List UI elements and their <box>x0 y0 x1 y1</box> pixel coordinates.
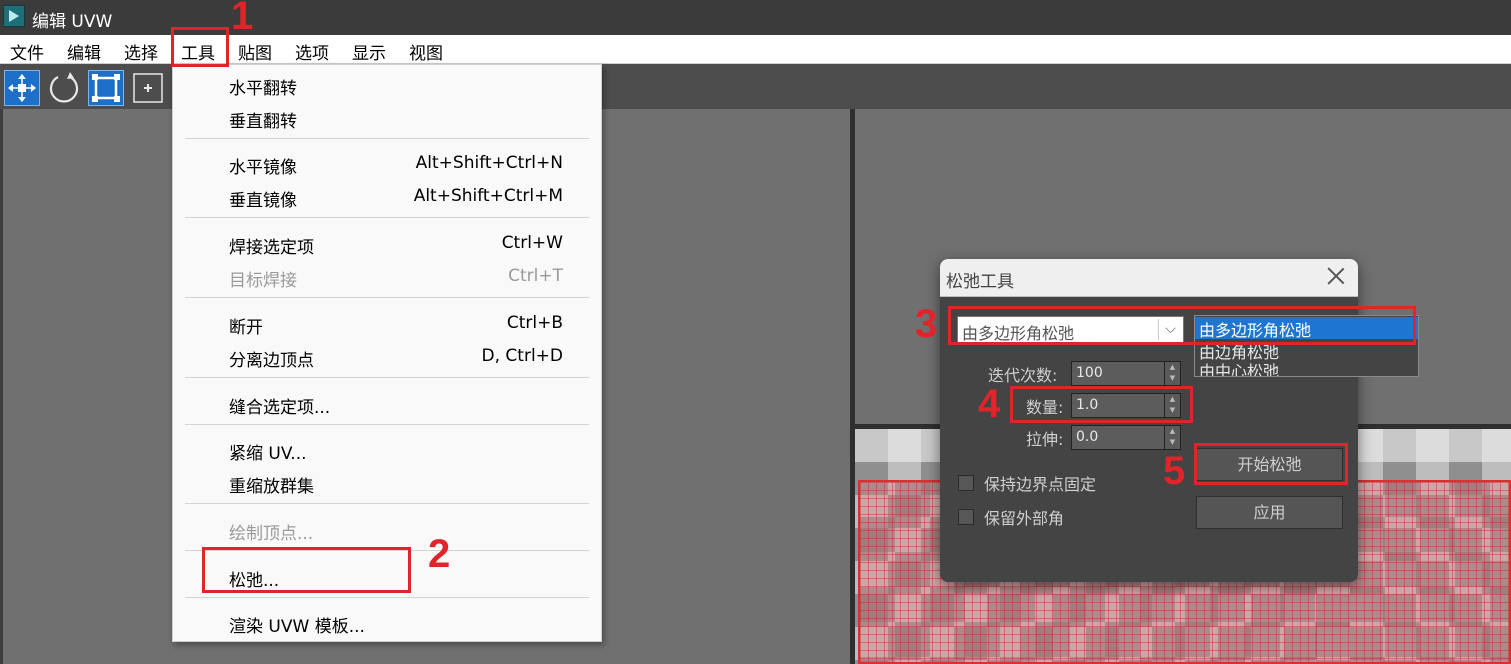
annotation-box-amount <box>1010 386 1193 423</box>
menu-item-stitch-selected[interactable]: 缝合选定项... <box>229 393 330 418</box>
menu-separator <box>185 217 589 218</box>
annotation-box-method <box>948 306 1416 345</box>
menu-separator <box>185 424 589 425</box>
menu-item-weld-selected[interactable]: 焊接选定项 <box>229 233 314 258</box>
iterations-spinner[interactable]: ▲ ▼ <box>1164 361 1181 386</box>
shortcut-break: Ctrl+B <box>506 313 563 333</box>
annotation-box-tools-menu <box>171 27 229 67</box>
keep-boundary-checkbox[interactable] <box>958 475 974 491</box>
menu-separator <box>185 503 589 504</box>
apply-button[interactable]: 应用 <box>1196 496 1343 529</box>
dialog-title: 松弛工具 <box>946 272 1014 292</box>
stretch-field[interactable]: 0.0 <box>1071 425 1165 450</box>
menu-separator <box>185 377 589 378</box>
annotation-box-start-relax <box>1194 443 1348 485</box>
annotation-step-3: 3 <box>915 302 938 346</box>
menu-view[interactable]: 视图 <box>409 39 443 64</box>
menu-item-mirror-horizontal[interactable]: 水平镜像 <box>229 153 297 178</box>
shortcut-target-weld: Ctrl+T <box>508 266 563 286</box>
shortcut-mirror-horizontal: Alt+Shift+Ctrl+N <box>415 153 563 173</box>
shortcut-detach-edge-verts: D, Ctrl+D <box>481 346 563 366</box>
menu-item-rescale-clusters[interactable]: 重缩放群集 <box>229 472 314 497</box>
menu-item-detach-edge-verts[interactable]: 分离边顶点 <box>229 346 314 371</box>
menu-item-sketch-vertices: 绘制顶点... <box>229 524 314 544</box>
menu-separator <box>185 297 589 298</box>
menu-file[interactable]: 文件 <box>10 39 44 64</box>
option-relax-by-centers[interactable]: 由中心松弛 <box>1199 358 1279 376</box>
move-icon[interactable] <box>4 70 40 106</box>
menu-options[interactable]: 选项 <box>295 39 329 64</box>
iterations-field[interactable]: 100 <box>1071 361 1165 386</box>
menu-item-render-uvw-template[interactable]: 渲染 UVW 模板... <box>229 612 365 637</box>
window-title: 编辑 UVW <box>32 12 113 32</box>
close-icon[interactable] <box>1324 265 1348 289</box>
menu-item-pack-uvs[interactable]: 紧缩 UV... <box>229 439 307 464</box>
scale-icon[interactable] <box>88 70 124 106</box>
save-outer-corners-label: 保留外部角 <box>984 509 1065 528</box>
menu-item-flip-vertical[interactable]: 垂直翻转 <box>229 107 297 132</box>
menu-separator <box>185 138 589 139</box>
menu-item-mirror-vertical[interactable]: 垂直镜像 <box>229 186 297 211</box>
rotate-icon[interactable] <box>46 70 82 106</box>
shortcut-weld-selected: Ctrl+W <box>501 233 563 253</box>
menu-item-flip-horizontal[interactable]: 水平翻转 <box>229 74 297 99</box>
dialog-title-bar[interactable]: 松弛工具 <box>940 259 1358 297</box>
annotation-step-4: 4 <box>978 382 1001 426</box>
annotation-box-relax-item <box>202 547 411 593</box>
menu-item-target-weld: 目标焊接 <box>229 271 297 291</box>
menu-select[interactable]: 选择 <box>124 39 158 64</box>
save-outer-corners-checkbox[interactable] <box>958 509 974 525</box>
app-icon <box>3 5 25 27</box>
menu-item-break[interactable]: 断开 <box>229 313 263 338</box>
menu-mapping[interactable]: 贴图 <box>238 39 272 64</box>
keep-boundary-label: 保持边界点固定 <box>984 475 1097 494</box>
annotation-step-5: 5 <box>1163 449 1186 493</box>
annotation-step-2: 2 <box>428 532 451 576</box>
shortcut-mirror-vertical: Alt+Shift+Ctrl+M <box>413 186 563 206</box>
stretch-spinner[interactable]: ▲ ▼ <box>1164 425 1181 450</box>
menu-display[interactable]: 显示 <box>352 39 386 64</box>
menu-separator <box>185 597 589 598</box>
annotation-step-1: 1 <box>231 0 254 38</box>
stretch-label: 拉伸: <box>1026 430 1064 449</box>
menu-edit[interactable]: 编辑 <box>67 39 101 64</box>
freeform-icon[interactable] <box>130 70 166 106</box>
